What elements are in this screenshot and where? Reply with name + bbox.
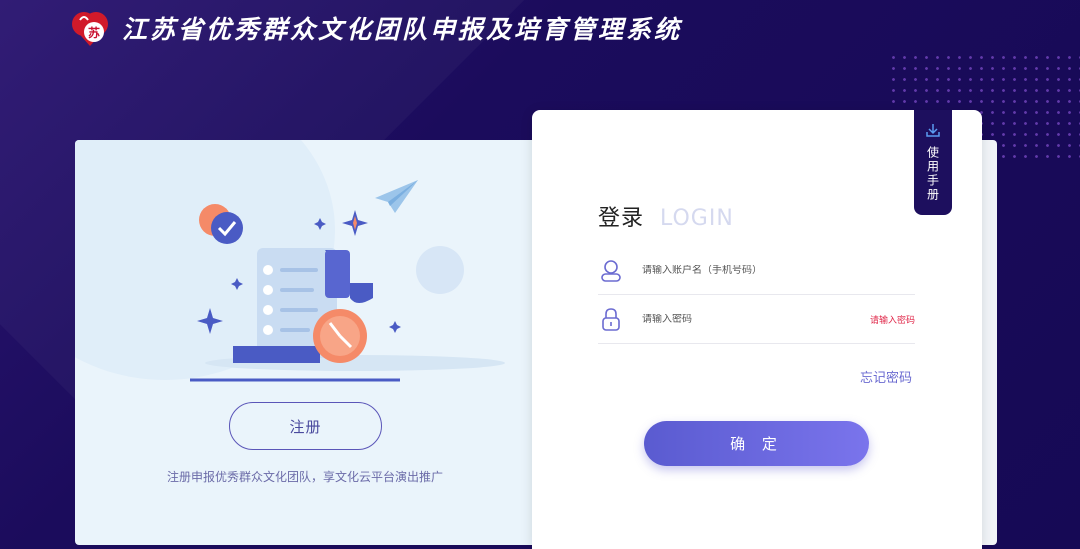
register-description: 注册申报优秀群众文化团队，享文化云平台演出推广	[166, 470, 443, 484]
download-icon	[926, 124, 940, 137]
logo-text: 苏	[84, 22, 104, 42]
password-input[interactable]	[642, 314, 870, 325]
lock-icon	[598, 307, 624, 333]
user-manual-tab[interactable]: 使用手册	[914, 110, 952, 215]
register-button[interactable]: 注册	[229, 402, 382, 450]
checklist-illustration	[190, 180, 505, 382]
forgot-password-link[interactable]: 忘记密码	[860, 367, 912, 386]
login-subtitle: LOGIN	[660, 206, 734, 231]
login-header: 登录 LOGIN	[598, 200, 734, 232]
login-title: 登录	[598, 206, 645, 231]
password-error: 请输入密码	[869, 316, 915, 326]
confirm-button[interactable]: 确 定	[644, 421, 869, 466]
password-field: 请输入密码	[598, 296, 915, 344]
username-field	[598, 247, 915, 295]
register-panel: 注册 注册申报优秀群众文化团队，享文化云平台演出推广	[75, 140, 545, 545]
logo: 苏	[70, 8, 110, 48]
app-header: 苏 江苏省优秀群众文化团队申报及培育管理系统	[70, 8, 682, 48]
user-icon	[598, 258, 624, 284]
user-manual-label: 使用手册	[925, 146, 940, 202]
username-input[interactable]	[642, 265, 915, 276]
app-title: 江苏省优秀群众文化团队申报及培育管理系统	[122, 15, 683, 44]
